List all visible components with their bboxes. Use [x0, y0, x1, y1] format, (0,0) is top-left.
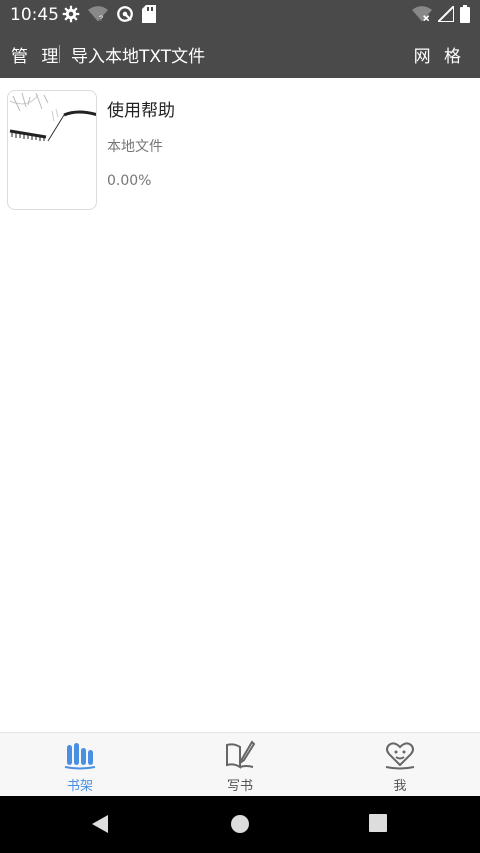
status-bar: 10:45 ? — [0, 0, 480, 30]
book-cover[interactable] — [7, 90, 97, 210]
toolbar-divider — [59, 45, 60, 63]
data-saver-icon — [117, 6, 133, 22]
status-time: 10:45 — [10, 5, 59, 25]
tab-bookshelf-label: 书架 — [66, 779, 93, 794]
import-txt-button[interactable]: 导入本地TXT文件 — [71, 42, 205, 67]
settings-icon — [62, 5, 80, 23]
tab-write-book[interactable]: 写书 — [160, 733, 320, 797]
tab-me[interactable]: 我 — [320, 733, 480, 797]
write-book-icon — [226, 740, 256, 769]
manage-button[interactable]: 管 理 — [11, 42, 62, 67]
cover-illustration-image — [9, 92, 96, 142]
wifi-off-icon — [412, 6, 432, 22]
signal-icon — [438, 6, 454, 22]
system-navigation-bar — [0, 796, 480, 853]
svg-text:?: ? — [99, 14, 103, 23]
recents-icon[interactable] — [369, 814, 387, 832]
book-list-item[interactable]: 使用帮助 本地文件 0.00% — [0, 78, 480, 218]
me-heart-icon — [385, 742, 415, 770]
battery-icon — [460, 5, 470, 23]
book-progress: 0.00% — [107, 173, 152, 189]
tab-bookshelf[interactable]: 书架 — [0, 733, 160, 797]
top-toolbar: 管 理 导入本地TXT文件 网 格 — [0, 30, 480, 78]
home-icon[interactable] — [230, 814, 250, 834]
grid-view-button[interactable]: 网 格 — [414, 42, 465, 67]
wifi-question-icon: ? — [88, 6, 108, 23]
sd-card-icon — [142, 5, 156, 23]
bottom-navigation: 书架 写书 我 — [0, 732, 480, 797]
book-source: 本地文件 — [107, 139, 163, 155]
book-title: 使用帮助 — [107, 101, 175, 121]
back-icon[interactable] — [90, 814, 110, 834]
tab-write-book-label: 写书 — [226, 779, 253, 794]
bookshelf-icon — [64, 743, 96, 770]
tab-me-label: 我 — [393, 779, 407, 794]
